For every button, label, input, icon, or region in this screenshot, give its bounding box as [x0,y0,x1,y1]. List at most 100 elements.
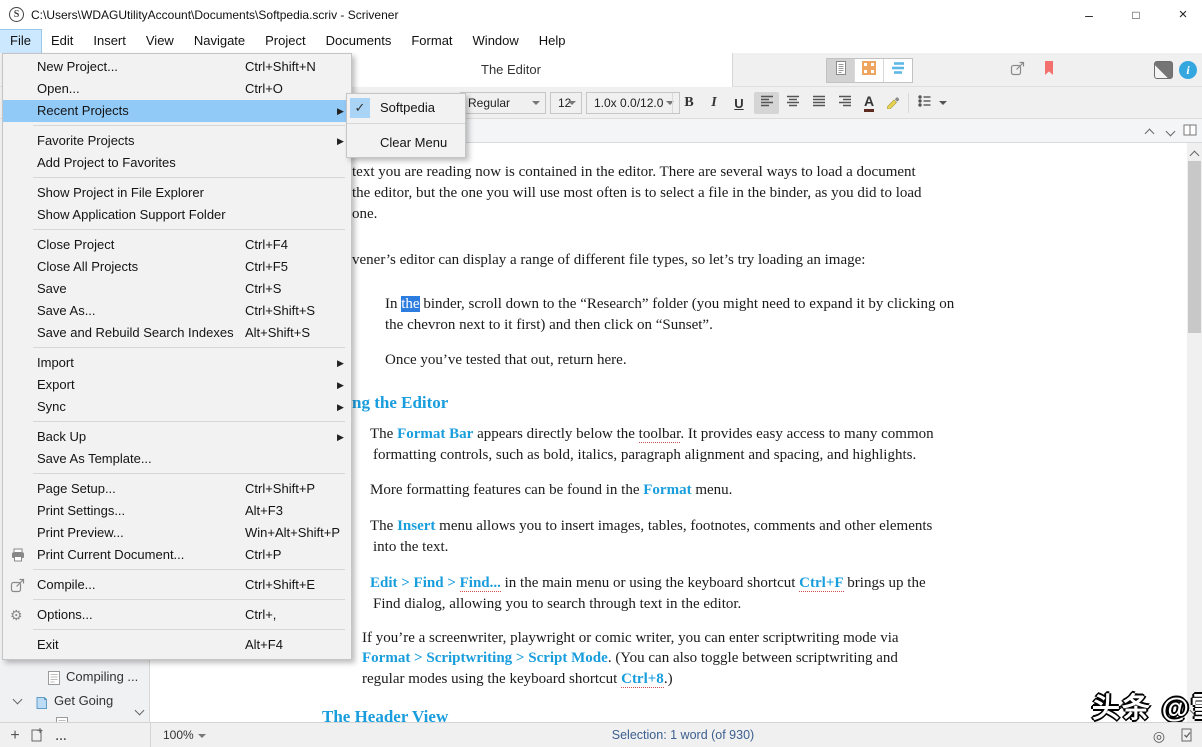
scrivener-window: S C:\Users\WDAGUtilityAccount\Documents\… [0,0,1202,747]
menu-item-new-project[interactable]: New Project... Ctrl+Shift+N [3,56,351,78]
menu-item-save-as[interactable]: Save As... Ctrl+Shift+S [3,300,351,322]
menu-item-label: Show Application Support Folder [37,207,226,222]
submenu-item-clear-menu[interactable]: Clear Menu [347,132,465,154]
menu-item-compile[interactable]: Compile... Ctrl+Shift+E [3,574,351,596]
scrollbar-thumb[interactable] [1188,161,1201,333]
submenu-item-softpedia[interactable]: ✓ Softpedia [347,97,465,119]
menubar-item-view[interactable]: View [136,30,184,53]
add-item-button[interactable]: + [6,727,24,745]
binder-item[interactable] [0,714,149,722]
close-button[interactable]: × [1160,0,1202,30]
add-document-button[interactable] [28,727,46,745]
menu-separator [347,123,465,132]
add-document-icon [29,727,45,746]
menu-item-label: New Project... [37,59,118,74]
line-spacing-combobox[interactable]: 1.0x 0.0/12.0 [586,92,680,114]
scrivener-logo-icon: S [9,7,24,22]
menu-item-label: Compile... [37,577,96,592]
menu-item-print-preview[interactable]: Print Preview... Win+Alt+Shift+P [3,522,351,544]
menu-item-close-all-projects[interactable]: Close All Projects Ctrl+F5 [3,256,351,278]
list-dropdown-arrow[interactable] [936,92,950,114]
corkboard-view-button[interactable] [855,59,884,82]
document-view-button[interactable] [827,59,856,82]
menu-item-open[interactable]: Open... Ctrl+O [3,78,351,100]
bookmarks-button[interactable] [1038,60,1060,80]
navigate-back-button[interactable] [1140,124,1158,140]
align-justify-button[interactable] [806,92,831,114]
quick-reference-button[interactable] [1007,60,1029,80]
window-title: C:\Users\WDAGUtilityAccount\Documents\So… [31,8,399,22]
navigate-forward-button[interactable] [1161,124,1179,140]
document-view-icon [833,60,849,81]
more-options-button[interactable]: … [52,727,70,745]
menubar-item-navigate[interactable]: Navigate [184,30,255,53]
menu-item-shortcut: Ctrl+P [245,547,282,562]
highlighter-icon [885,93,901,114]
menu-item-exit[interactable]: Exit Alt+F4 [3,634,351,656]
menu-item-save-and-rebuild-search-indexes[interactable]: Save and Rebuild Search Indexes Alt+Shift… [3,322,351,344]
menu-item-export[interactable]: Export ▶ [3,374,351,396]
minimize-button[interactable]: – [1066,0,1112,30]
menubar-item-file[interactable]: File [0,29,42,54]
menu-item-options[interactable]: ⚙ Options... Ctrl+, [3,604,351,626]
menu-item-shortcut: Ctrl+F5 [245,259,288,274]
binder-item-label: Get Going [54,693,114,708]
zoom-control[interactable]: 100% [163,728,206,742]
menu-item-show-application-support-folder[interactable]: Show Application Support Folder [3,204,351,226]
menu-item-import[interactable]: Import ▶ [3,352,351,374]
highlight-button[interactable] [882,92,904,114]
bold-button[interactable]: B [677,92,701,114]
menu-item-save-as-template[interactable]: Save As Template... [3,448,351,470]
menu-item-sync[interactable]: Sync ▶ [3,396,351,418]
text-color-button[interactable]: A [858,92,880,114]
menu-item-recent-projects[interactable]: Recent Projects ▶ [3,100,351,122]
menubar-item-insert[interactable]: Insert [83,30,136,53]
italic-button[interactable]: I [702,92,726,114]
gear-icon: ⚙ [10,607,23,623]
menu-item-back-up[interactable]: Back Up ▶ [3,426,351,448]
menubar-item-edit[interactable]: Edit [41,30,83,53]
menubar-item-project[interactable]: Project [255,30,315,53]
editor-scrollbar[interactable] [1187,143,1202,722]
menubar-item-window[interactable]: Window [463,30,529,53]
menu-item-label: Options... [37,607,93,622]
menu-item-show-project-in-file-explorer[interactable]: Show Project in File Explorer [3,182,351,204]
focus-mode-button[interactable]: ◎ [1150,727,1168,745]
binder-item-compiling[interactable]: Compiling ... [0,668,149,688]
checkmark-icon: ✓ [350,98,370,118]
menu-item-page-setup[interactable]: Page Setup... Ctrl+Shift+P [3,478,351,500]
editor-text-line: The Format Bar appears directly below th… [370,426,934,443]
menu-item-favorite-projects[interactable]: Favorite Projects ▶ [3,130,351,152]
menu-item-label: Open... [37,81,80,96]
expand-chevron-icon[interactable] [12,694,23,705]
menu-item-add-project-to-favorites[interactable]: Add Project to Favorites [3,152,351,174]
menubar-item-help[interactable]: Help [529,30,576,53]
menu-item-close-project[interactable]: Close Project Ctrl+F4 [3,234,351,256]
list-button[interactable] [914,92,936,114]
align-center-icon [785,93,801,114]
align-right-button[interactable] [832,92,857,114]
style-combobox[interactable]: Regular [460,92,546,114]
menu-item-label: Save As Template... [37,451,152,466]
page-view-button[interactable] [1178,727,1196,745]
compose-mode-button[interactable] [1154,61,1173,79]
underline-button[interactable]: U [727,92,751,114]
outliner-view-button[interactable] [884,59,912,82]
align-center-button[interactable] [780,92,805,114]
menu-item-save[interactable]: Save Ctrl+S [3,278,351,300]
binder-item-get-going[interactable]: Get Going [0,692,149,712]
maximize-button[interactable]: □ [1113,0,1159,30]
editor-text-line: the chevron next to it first) and then c… [385,317,713,333]
split-editor-button[interactable] [1181,124,1199,140]
menu-item-print-current-document[interactable]: Print Current Document... Ctrl+P [3,544,351,566]
menubar-item-format[interactable]: Format [401,30,462,53]
menu-item-label: Close All Projects [37,259,139,274]
menubar-item-documents[interactable]: Documents [316,30,402,53]
inspector-info-button[interactable]: i [1179,61,1197,79]
align-left-button[interactable] [754,92,779,114]
submenu-arrow-icon: ▶ [337,380,344,390]
scroll-up-icon[interactable] [1185,146,1202,162]
editor-text-line: one. [352,206,378,222]
menu-item-print-settings[interactable]: Print Settings... Alt+F3 [3,500,351,522]
font-size-combobox[interactable]: 12 [550,92,582,114]
